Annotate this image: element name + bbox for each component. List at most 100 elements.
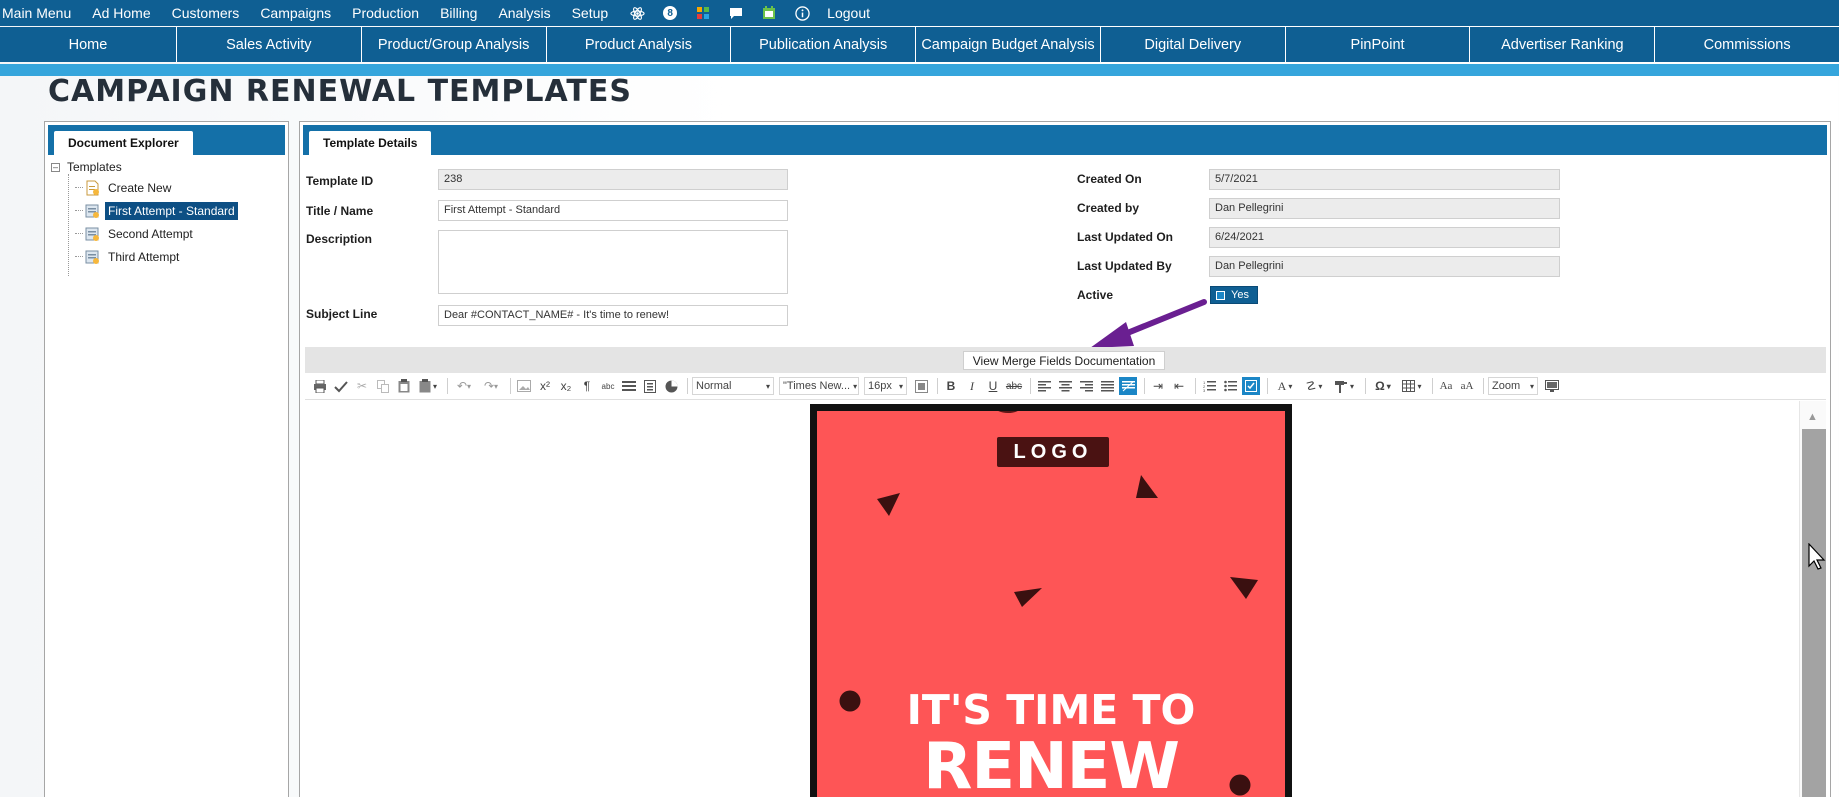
- spellcheck-abc-icon[interactable]: abc: [599, 377, 617, 395]
- subject-line-input[interactable]: Dear #CONTACT_NAME# - It's time to renew…: [438, 305, 788, 326]
- tree-item-first-attempt[interactable]: First Attempt - Standard: [75, 201, 238, 220]
- view-merge-fields-button[interactable]: View Merge Fields Documentation: [963, 351, 1165, 370]
- justify-icon[interactable]: [1098, 377, 1116, 395]
- nav-product-analysis[interactable]: Product Analysis: [547, 27, 732, 62]
- paragraph-format-select[interactable]: Normal ▾: [692, 377, 774, 395]
- notification-badge-icon[interactable]: 8: [662, 5, 678, 21]
- svg-text:3: 3: [1203, 388, 1206, 392]
- bullet-list-icon[interactable]: [1221, 377, 1239, 395]
- atom-icon[interactable]: [629, 5, 645, 21]
- align-right-icon[interactable]: [1077, 377, 1095, 395]
- merge-fields-bar: View Merge Fields Documentation: [305, 347, 1826, 373]
- menu-main-menu[interactable]: Main Menu: [2, 5, 71, 21]
- spellcheck-icon[interactable]: [332, 377, 350, 395]
- underline-icon[interactable]: U: [984, 377, 1002, 395]
- title-input[interactable]: First Attempt - Standard: [438, 200, 788, 221]
- tree-item-second-attempt[interactable]: Second Attempt: [75, 224, 196, 243]
- template-document-icon: [85, 204, 99, 218]
- menu-billing[interactable]: Billing: [440, 5, 477, 21]
- uppercase-icon[interactable]: Aa: [1437, 377, 1455, 395]
- description-textarea[interactable]: [438, 230, 788, 294]
- strikethrough-icon[interactable]: abc: [1005, 377, 1023, 395]
- nav-commissions[interactable]: Commissions: [1655, 27, 1839, 62]
- menu-ad-home[interactable]: Ad Home: [92, 5, 150, 21]
- active-toggle[interactable]: Yes: [1210, 286, 1258, 304]
- pie-chart-icon[interactable]: [662, 377, 680, 395]
- copy-icon[interactable]: [374, 377, 392, 395]
- tree-root-templates[interactable]: – Templates: [51, 160, 122, 174]
- tab-template-details[interactable]: Template Details: [309, 131, 432, 155]
- nav-product-group-analysis[interactable]: Product/Group Analysis: [362, 27, 547, 62]
- nav-publication-analysis[interactable]: Publication Analysis: [731, 27, 917, 62]
- grid-icon[interactable]: [695, 5, 711, 21]
- editor-scrollbar[interactable]: ▲: [1799, 401, 1826, 797]
- nav-home[interactable]: Home: [0, 27, 177, 62]
- editor-content-area[interactable]: LOGO IT'S TIME TO RENEW ▲: [305, 401, 1826, 797]
- italic-icon[interactable]: I: [963, 377, 981, 395]
- notification-badge: 8: [663, 6, 678, 20]
- cut-icon[interactable]: ✂: [353, 377, 371, 395]
- indent-icon[interactable]: ⇥: [1149, 377, 1167, 395]
- scroll-up-arrow-icon[interactable]: ▲: [1807, 411, 1818, 423]
- image-icon[interactable]: [515, 377, 533, 395]
- nav-digital-delivery[interactable]: Digital Delivery: [1101, 27, 1286, 62]
- paste-icon[interactable]: [395, 377, 413, 395]
- nav-advertiser-ranking[interactable]: Advertiser Ranking: [1470, 27, 1656, 62]
- scrollbar-thumb[interactable]: [1802, 429, 1826, 797]
- menu-logout[interactable]: Logout: [827, 5, 870, 21]
- template-document-icon: [85, 227, 99, 241]
- menu-customers[interactable]: Customers: [172, 5, 240, 21]
- special-chars-icon[interactable]: [641, 377, 659, 395]
- menu-analysis[interactable]: Analysis: [498, 5, 550, 21]
- tab-document-explorer[interactable]: Document Explorer: [54, 131, 193, 155]
- font-family-select[interactable]: "Times New... ▾: [779, 377, 859, 395]
- numbered-list-icon[interactable]: 123: [1200, 377, 1218, 395]
- checklist-icon[interactable]: [1242, 377, 1260, 395]
- align-center-icon[interactable]: [1056, 377, 1074, 395]
- print-icon[interactable]: [311, 377, 329, 395]
- font-size-select[interactable]: 16px ▾: [864, 377, 907, 395]
- remove-alignment-icon[interactable]: [1119, 377, 1137, 395]
- zoom-select[interactable]: Zoom ▾: [1488, 377, 1538, 395]
- nav-campaign-budget-analysis[interactable]: Campaign Budget Analysis: [916, 27, 1101, 62]
- subscript-icon[interactable]: x₂: [557, 377, 575, 395]
- description-label: Description: [306, 232, 373, 246]
- page-title: CAMPAIGN RENEWAL TEMPLATES: [48, 74, 632, 109]
- title-label: Title / Name: [306, 204, 374, 218]
- lowercase-icon[interactable]: aA: [1458, 377, 1476, 395]
- align-left-icon[interactable]: [1035, 377, 1053, 395]
- redo-icon[interactable]: ↷ ▾: [479, 377, 503, 395]
- menu-production[interactable]: Production: [352, 5, 419, 21]
- calendar-icon[interactable]: [761, 5, 777, 21]
- fullscreen-icon[interactable]: [912, 377, 930, 395]
- menu-setup[interactable]: Setup: [572, 5, 609, 21]
- undo-icon[interactable]: ↶ ▾: [452, 377, 476, 395]
- template-id-field: 238: [438, 169, 788, 190]
- nav-sales-activity[interactable]: Sales Activity: [177, 27, 362, 62]
- explorer-tab-bar: Document Explorer: [48, 125, 285, 155]
- bold-icon[interactable]: B: [942, 377, 960, 395]
- omega-symbol-icon[interactable]: Ω ▾: [1370, 377, 1396, 395]
- horizontal-rule-icon[interactable]: [620, 377, 638, 395]
- format-painter-icon[interactable]: ▾: [1330, 377, 1358, 395]
- tree-item-third-attempt[interactable]: Third Attempt: [75, 247, 182, 266]
- table-icon[interactable]: ▾: [1399, 377, 1425, 395]
- menu-campaigns[interactable]: Campaigns: [260, 5, 331, 21]
- tree-item-label: Create New: [108, 180, 172, 195]
- superscript-icon[interactable]: x²: [536, 377, 554, 395]
- paragraph-icon[interactable]: ¶: [578, 377, 596, 395]
- chat-icon[interactable]: [728, 5, 744, 21]
- circle-decoration-icon: [998, 411, 1018, 413]
- highlight-icon[interactable]: ☡ ▾: [1301, 377, 1327, 395]
- paste-options-icon[interactable]: ▾: [416, 377, 440, 395]
- nav-pinpoint[interactable]: PinPoint: [1286, 27, 1471, 62]
- info-icon[interactable]: [794, 5, 810, 21]
- banner-headline-line2: RENEW: [923, 730, 1180, 797]
- logo-placeholder: LOGO: [997, 437, 1109, 467]
- font-color-icon[interactable]: A ▾: [1272, 377, 1298, 395]
- tree-item-create-new[interactable]: Create New: [75, 178, 174, 197]
- tree-item-label: Second Attempt: [108, 226, 193, 241]
- outdent-icon[interactable]: ⇤: [1170, 377, 1188, 395]
- collapse-icon[interactable]: –: [51, 162, 60, 172]
- preview-icon[interactable]: [1543, 377, 1561, 395]
